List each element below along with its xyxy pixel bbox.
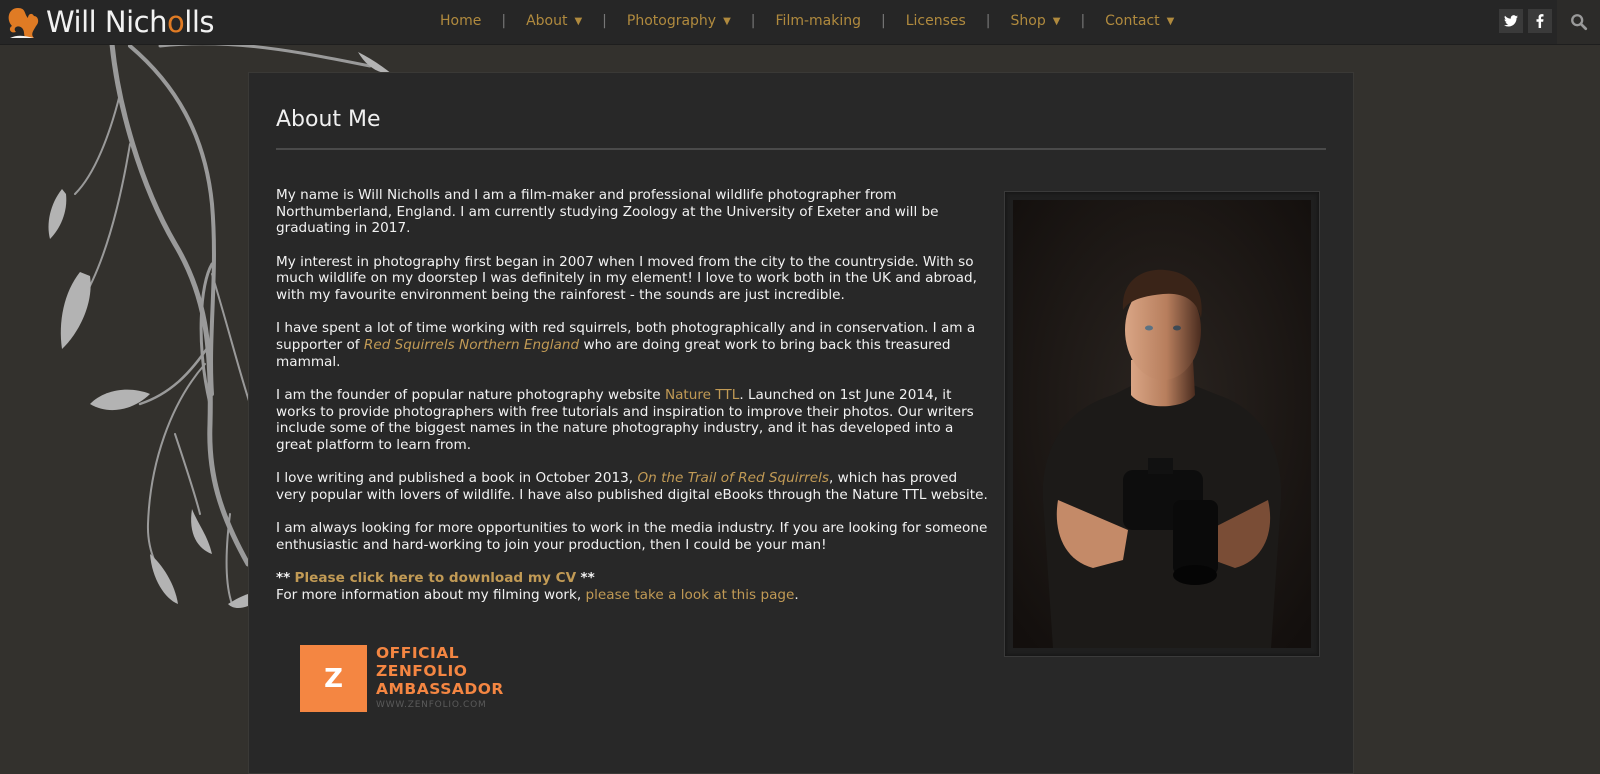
portrait-frame (1004, 191, 1320, 657)
nav-separator: | (602, 13, 607, 29)
about-text: My name is Will Nicholls and I am a film… (276, 187, 988, 603)
nav-item-contact[interactable]: Contact ▼ (1105, 13, 1174, 29)
red-squirrels-northern-england-link[interactable]: Red Squirrels Northern England (364, 337, 579, 353)
chevron-down-icon: ▼ (723, 15, 731, 27)
search-icon (1570, 14, 1587, 31)
nav-item-film-making[interactable]: Film-making (776, 13, 861, 29)
portrait-image (1013, 200, 1311, 648)
filming-line: For more information about my filming wo… (276, 586, 799, 603)
badge-line-official: OFFICIAL (376, 644, 460, 662)
nav-separator: | (501, 13, 507, 29)
nav-separator: | (881, 13, 886, 29)
portrait-photo (1013, 200, 1311, 648)
paragraph-intro: My name is Will Nicholls and I am a film… (276, 187, 939, 237)
nav-separator: | (985, 13, 991, 29)
top-navigation-bar: Will Nicholls Home | About ▼ | Photograph… (0, 0, 1600, 45)
download-cv-link[interactable]: Please click here to download my CV (295, 570, 577, 586)
squirrel-logo-icon (8, 8, 39, 38)
site-name: Will Nicholls (46, 5, 214, 39)
badge-line-ambassador: AMBASSADOR (376, 680, 504, 698)
main-nav: Home | About ▼ | Photography ▼ | Film-maki… (440, 0, 1174, 42)
page-title: About Me (276, 107, 381, 132)
book-link[interactable]: On the Trail of Red Squirrels (637, 470, 829, 486)
badge-line-zenfolio: ZENFOLIO (376, 662, 468, 680)
twitter-button[interactable] (1499, 9, 1523, 33)
filming-page-link[interactable]: please take a look at this page (585, 587, 794, 603)
zenfolio-ambassador-badge[interactable]: Z OFFICIAL ZENFOLIO AMBASSADOR WWW.ZENFO… (300, 644, 504, 712)
zenfolio-logo-icon: Z (300, 645, 367, 712)
nav-separator: | (1080, 13, 1086, 29)
cv-line: ** Please click here to download my CV *… (276, 569, 595, 586)
chevron-down-icon: ▼ (1052, 15, 1061, 27)
paragraph-opportunities: I am always looking for more opportuniti… (276, 520, 988, 553)
site-logo[interactable]: Will Nicholls (4, 4, 214, 40)
nature-ttl-link[interactable]: Nature TTL (665, 387, 739, 403)
paragraph-book: I love writing and published a book in O… (276, 470, 988, 503)
search-button[interactable] (1557, 0, 1600, 44)
paragraph-interest: My interest in photography first began i… (276, 253, 977, 304)
facebook-icon (1536, 14, 1544, 28)
nav-separator: | (750, 13, 756, 29)
paragraph-squirrels: I have spent a lot of time working with … (276, 320, 976, 370)
nav-item-licenses[interactable]: Licenses (906, 13, 966, 29)
nav-item-shop[interactable]: Shop ▼ (1011, 13, 1061, 29)
chevron-down-icon: ▼ (574, 15, 583, 27)
title-divider (276, 148, 1326, 150)
facebook-button[interactable] (1528, 9, 1552, 33)
paragraph-nature-ttl: I am the founder of popular nature photo… (276, 386, 974, 453)
chevron-down-icon: ▼ (1166, 15, 1175, 27)
content-panel: About Me My name is Will Nicholls and I … (248, 72, 1354, 774)
nav-item-about[interactable]: About ▼ (526, 13, 582, 29)
twitter-icon (1504, 15, 1518, 27)
badge-url: WWW.ZENFOLIO.COM (376, 700, 487, 710)
nav-item-home[interactable]: Home (440, 13, 481, 29)
nav-item-photography[interactable]: Photography ▼ (627, 13, 731, 29)
